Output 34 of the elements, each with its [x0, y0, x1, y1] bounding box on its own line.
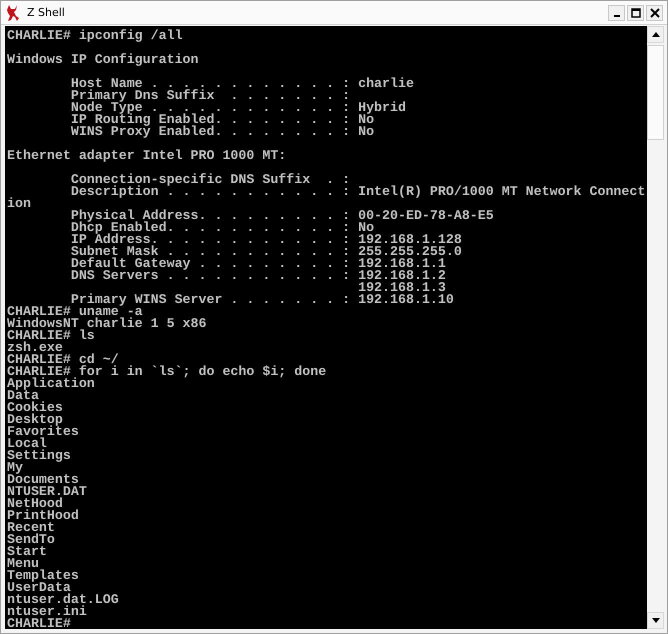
- scroll-down-button[interactable]: [647, 612, 664, 629]
- terminal-line: CHARLIE# ipconfig /all: [7, 28, 183, 43]
- terminal-line: Primary Dns Suffix . . . . . . . :: [70, 88, 350, 103]
- terminal-line: Application: [7, 376, 95, 391]
- up-arrow-icon: [652, 32, 660, 37]
- terminal-line: ion: [7, 196, 31, 211]
- terminal-line: Desktop: [7, 412, 63, 427]
- terminal-line: Start: [7, 544, 47, 559]
- scroll-up-button[interactable]: [647, 26, 664, 43]
- terminal-line: Menu: [7, 556, 39, 571]
- close-icon: [650, 8, 660, 18]
- maximize-button[interactable]: [627, 4, 644, 20]
- window-title: Z Shell: [27, 6, 65, 19]
- maximize-icon: [630, 8, 640, 18]
- minimize-button[interactable]: [608, 4, 625, 20]
- terminal-line: PrintHood: [7, 508, 79, 523]
- terminal-line: Default Gateway . . . . . . . . . : 192.168.1.1: [70, 256, 446, 271]
- terminal-line: CHARLIE#: [7, 616, 71, 629]
- terminal-line: Primary WINS Server . . . . . . . : 192.168.1.10: [70, 292, 454, 307]
- scroll-thumb[interactable]: [647, 45, 664, 140]
- terminal-line: 192.168.1.3: [357, 280, 446, 295]
- terminal-line: Templates: [7, 568, 79, 583]
- minimize-icon: [614, 14, 620, 16]
- terminal-line: SendTo: [7, 532, 55, 547]
- terminal-line: My: [7, 460, 23, 475]
- terminal-line: Settings: [7, 448, 71, 463]
- terminal-line: Connection-specific DNS Suffix . :: [70, 172, 350, 187]
- terminal-line: zsh.exe: [7, 340, 63, 355]
- down-arrow-icon: [652, 618, 660, 623]
- terminal-line: Windows IP Configuration: [7, 52, 199, 67]
- close-button[interactable]: [646, 4, 663, 20]
- scrollbar[interactable]: [647, 26, 664, 629]
- terminal-line: Ethernet adapter Intel PRO 1000 MT:: [7, 148, 286, 163]
- terminal-line: ntuser.ini: [7, 604, 87, 619]
